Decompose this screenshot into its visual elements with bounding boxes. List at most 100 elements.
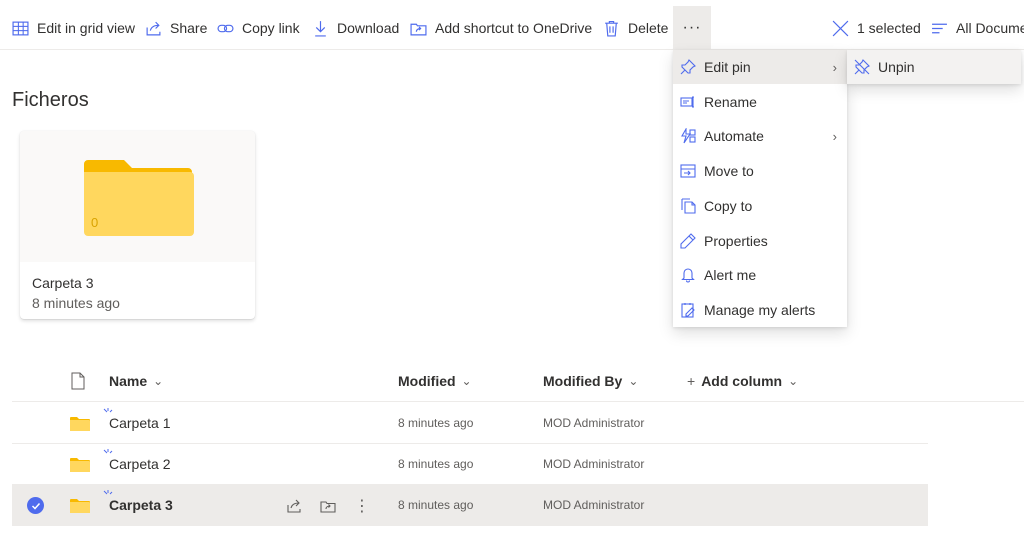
clear-selection-button[interactable]: 1 selected (832, 6, 921, 50)
add-shortcut-button[interactable]: Add shortcut to OneDrive (410, 6, 592, 50)
plus-icon: + (687, 373, 696, 389)
row-name[interactable]: Carpeta 1 (109, 415, 170, 431)
add-column-label: Add column (701, 373, 783, 389)
folder-icon (70, 499, 90, 513)
pin-icon (680, 59, 696, 75)
row-modified: 8 minutes ago (398, 416, 474, 430)
checkmark-icon (31, 502, 40, 510)
delete-button[interactable]: Delete (603, 6, 668, 50)
shortcut-icon (410, 23, 427, 35)
bell-icon (681, 268, 695, 283)
chevron-down-icon: ⌄ (461, 374, 472, 388)
edit-grid-view-button[interactable]: Edit in grid view (12, 6, 135, 50)
menu-item-rename[interactable]: Rename (673, 85, 847, 119)
menu-item-properties[interactable]: Properties (673, 224, 847, 258)
more-icon: ··· (682, 19, 702, 36)
menu-item-label: Unpin (878, 59, 915, 75)
column-header-modified-by-label: Modified By (543, 373, 623, 389)
row-quick-actions: ⋮ (284, 496, 372, 516)
trash-icon (605, 20, 618, 37)
chevron-down-icon: ⌄ (788, 374, 799, 388)
row-checkbox[interactable] (27, 497, 44, 514)
add-column-button[interactable]: + Add column ⌄ (687, 360, 798, 402)
list-header: Name ⌄ Modified ⌄ Modified By ⌄ + Add co… (12, 360, 1024, 402)
chevron-down-icon: ⌄ (628, 374, 639, 388)
more-actions-button[interactable]: ··· (673, 6, 711, 50)
row-modified-by: MOD Administrator (543, 457, 645, 471)
file-type-icon (71, 372, 85, 390)
rename-icon (680, 96, 694, 108)
folder-icon (70, 417, 90, 431)
chevron-right-icon: › (832, 128, 837, 144)
row-name[interactable]: Carpeta 3 (109, 497, 173, 513)
edit-pin-submenu: Unpin (847, 50, 1021, 84)
move-icon (680, 164, 696, 178)
share-button[interactable]: Share (145, 6, 207, 50)
link-icon (217, 24, 234, 32)
share-label: Share (170, 20, 208, 36)
add-shortcut-label: Add shortcut to OneDrive (435, 20, 593, 36)
menu-item-label: Automate (704, 128, 764, 144)
close-icon (832, 20, 849, 36)
row-modified: 8 minutes ago (398, 457, 474, 471)
copy-link-label: Copy link (242, 20, 300, 36)
column-header-modified[interactable]: Modified ⌄ (398, 360, 472, 402)
pinned-folder-tile[interactable]: 0 Carpeta 3 8 minutes ago (20, 131, 255, 319)
view-label: All Documents (956, 20, 1024, 36)
menu-item-label: Rename (704, 94, 757, 110)
folder-icon (70, 458, 90, 472)
command-bar: Edit in grid view Share Copy link Downlo… (0, 6, 1024, 50)
automate-icon (681, 128, 696, 144)
tile-title: Carpeta 3 (32, 275, 94, 291)
menu-item-label: Alert me (704, 267, 757, 283)
table-row-selected[interactable]: Carpeta 3 ⋮ 8 minutes ago MOD Administra… (12, 485, 928, 526)
tile-modified: 8 minutes ago (32, 295, 120, 311)
column-header-name-label: Name (109, 373, 148, 389)
menu-item-label: Manage my alerts (704, 302, 816, 318)
menu-item-alert-me[interactable]: Alert me (673, 258, 847, 292)
manage-alerts-icon (681, 303, 695, 318)
edit-grid-view-label: Edit in grid view (37, 20, 136, 36)
menu-item-edit-pin[interactable]: Edit pin › (673, 50, 847, 84)
tile-thumbnail: 0 (20, 131, 255, 262)
column-header-modified-by[interactable]: Modified By ⌄ (543, 360, 638, 402)
menu-item-automate[interactable]: Automate › (673, 119, 847, 153)
menu-item-move-to[interactable]: Move to (673, 154, 847, 188)
row-name[interactable]: Carpeta 2 (109, 456, 170, 472)
share-icon (146, 21, 161, 35)
shortcut-icon[interactable] (318, 496, 338, 516)
menu-item-label: Move to (704, 163, 754, 179)
menu-item-unpin[interactable]: Unpin (847, 50, 1021, 84)
view-list-icon (932, 23, 947, 33)
view-switcher-button[interactable]: All Documents (931, 6, 1024, 50)
menu-item-label: Copy to (704, 198, 753, 214)
row-modified-by: MOD Administrator (543, 416, 645, 430)
unpin-icon (854, 59, 870, 75)
download-button[interactable]: Download (312, 6, 399, 50)
download-icon (315, 20, 326, 37)
large-folder-icon (84, 160, 194, 236)
row-modified-by: MOD Administrator (543, 498, 645, 512)
table-row[interactable]: Carpeta 2 8 minutes ago MOD Administrato… (12, 444, 928, 485)
pencil-icon (680, 233, 696, 249)
chevron-down-icon: ⌄ (153, 374, 164, 388)
chevron-right-icon: › (832, 59, 837, 75)
menu-item-manage-alerts[interactable]: Manage my alerts (673, 293, 847, 327)
copy-link-button[interactable]: Copy link (217, 6, 300, 50)
row-modified: 8 minutes ago (398, 498, 474, 512)
column-header-modified-label: Modified (398, 373, 456, 389)
selected-count-label: 1 selected (857, 20, 921, 36)
copy-icon (681, 198, 696, 214)
more-actions-menu: Edit pin › Rename Automate › Move to Cop… (673, 50, 847, 327)
tile-item-count: 0 (91, 215, 99, 230)
menu-item-label: Edit pin (704, 59, 751, 75)
delete-label: Delete (628, 20, 669, 36)
menu-item-copy-to[interactable]: Copy to (673, 189, 847, 223)
more-vertical-icon[interactable]: ⋮ (352, 496, 372, 516)
column-header-name[interactable]: Name ⌄ (109, 360, 163, 402)
section-title: Ficheros (12, 89, 89, 111)
menu-item-label: Properties (704, 233, 768, 249)
table-row[interactable]: Carpeta 1 8 minutes ago MOD Administrato… (12, 403, 928, 444)
share-icon[interactable] (284, 496, 304, 516)
download-label: Download (337, 20, 400, 36)
